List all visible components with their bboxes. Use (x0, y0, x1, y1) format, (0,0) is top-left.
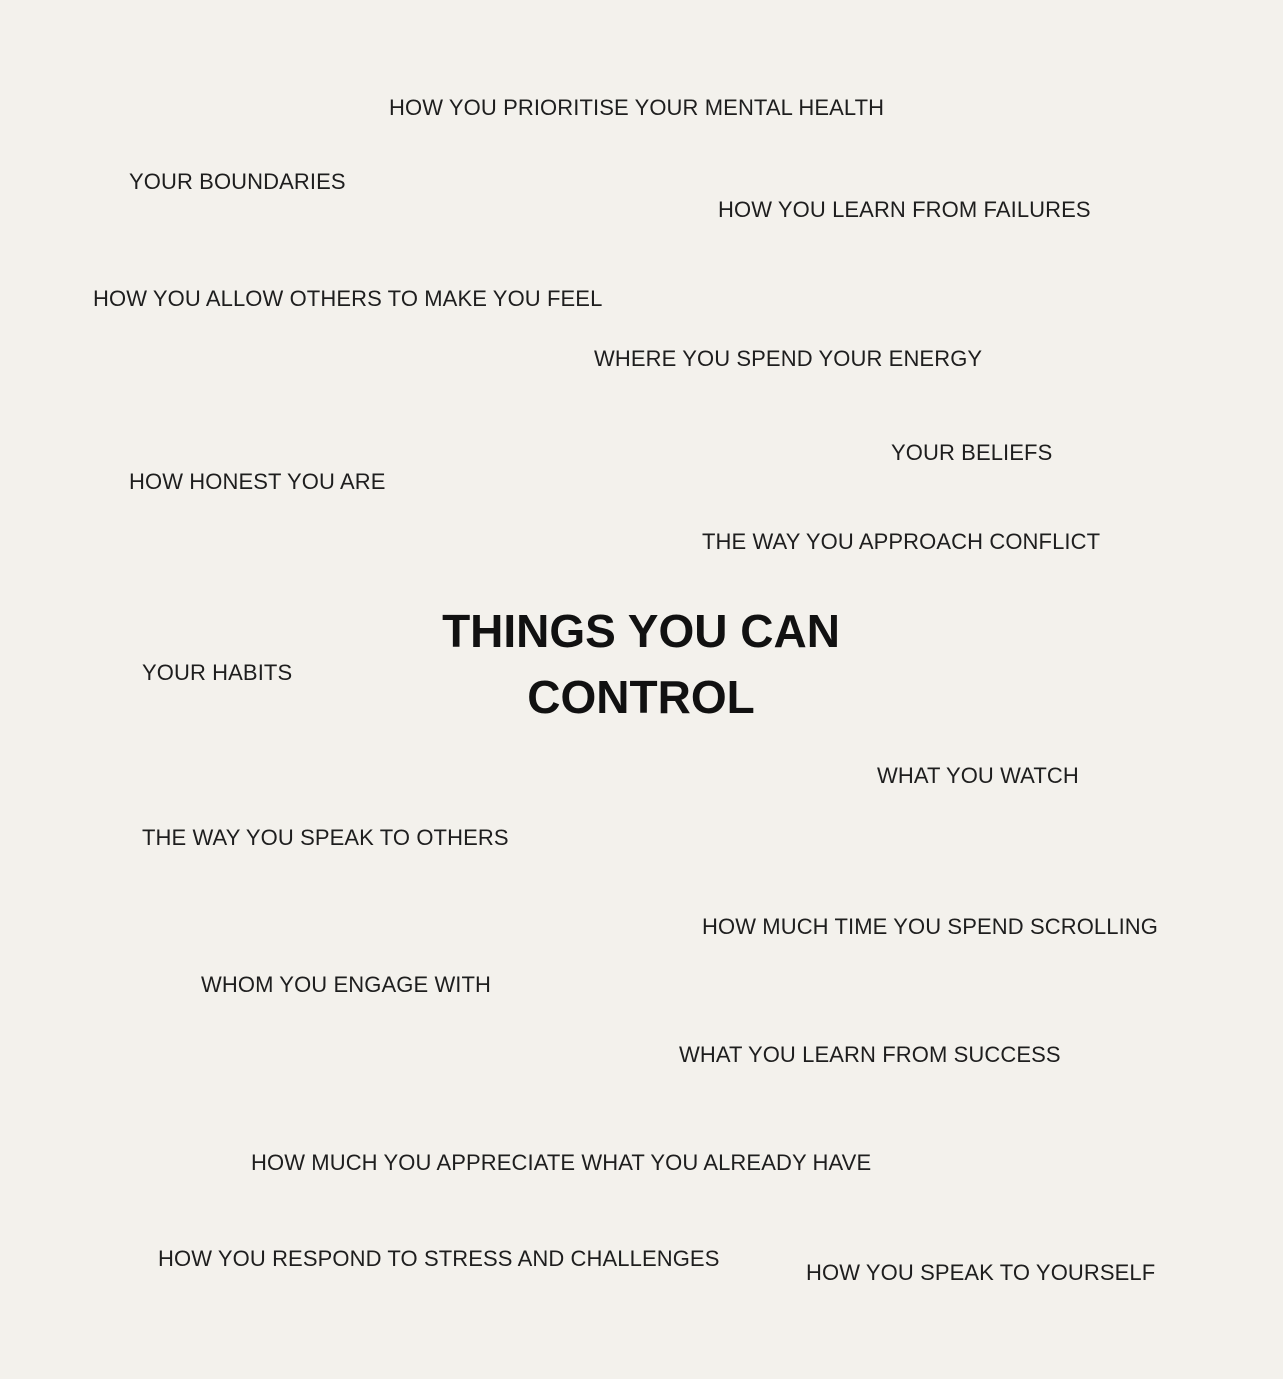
item-speak-others: THE WAY YOU SPEAK TO OTHERS (142, 825, 509, 850)
item-conflict: THE WAY YOU APPROACH CONFLICT (702, 529, 1101, 554)
item-watch: WHAT YOU WATCH (877, 763, 1079, 788)
item-allow-others: HOW YOU ALLOW OTHERS TO MAKE YOU FEEL (93, 286, 603, 311)
title-line-2: CONTROL (527, 671, 755, 723)
item-failures: HOW YOU LEARN FROM FAILURES (718, 197, 1091, 222)
item-honest: HOW HONEST YOU ARE (129, 469, 386, 494)
item-habits: YOUR HABITS (142, 660, 293, 685)
item-yourself: HOW YOU SPEAK TO YOURSELF (806, 1260, 1156, 1285)
item-mental-health: HOW YOU PRIORITISE YOUR MENTAL HEALTH (389, 95, 885, 120)
title-line-1: THINGS YOU CAN (442, 605, 840, 657)
item-appreciate: HOW MUCH YOU APPRECIATE WHAT YOU ALREADY… (251, 1150, 872, 1175)
item-beliefs: YOUR BELIEFS (891, 440, 1053, 465)
item-stress: HOW YOU RESPOND TO STRESS AND CHALLENGES (158, 1246, 720, 1271)
item-success: WHAT YOU LEARN FROM SUCCESS (679, 1042, 1061, 1067)
item-energy: WHERE YOU SPEND YOUR ENERGY (594, 346, 983, 371)
item-boundaries: YOUR BOUNDARIES (129, 169, 346, 194)
item-scrolling: HOW MUCH TIME YOU SPEND SCROLLING (702, 914, 1158, 939)
page-title: THINGS YOU CAN CONTROL (341, 598, 941, 730)
poster-canvas: HOW YOU PRIORITISE YOUR MENTAL HEALTH YO… (0, 0, 1283, 1379)
item-engage: WHOM YOU ENGAGE WITH (201, 972, 492, 997)
